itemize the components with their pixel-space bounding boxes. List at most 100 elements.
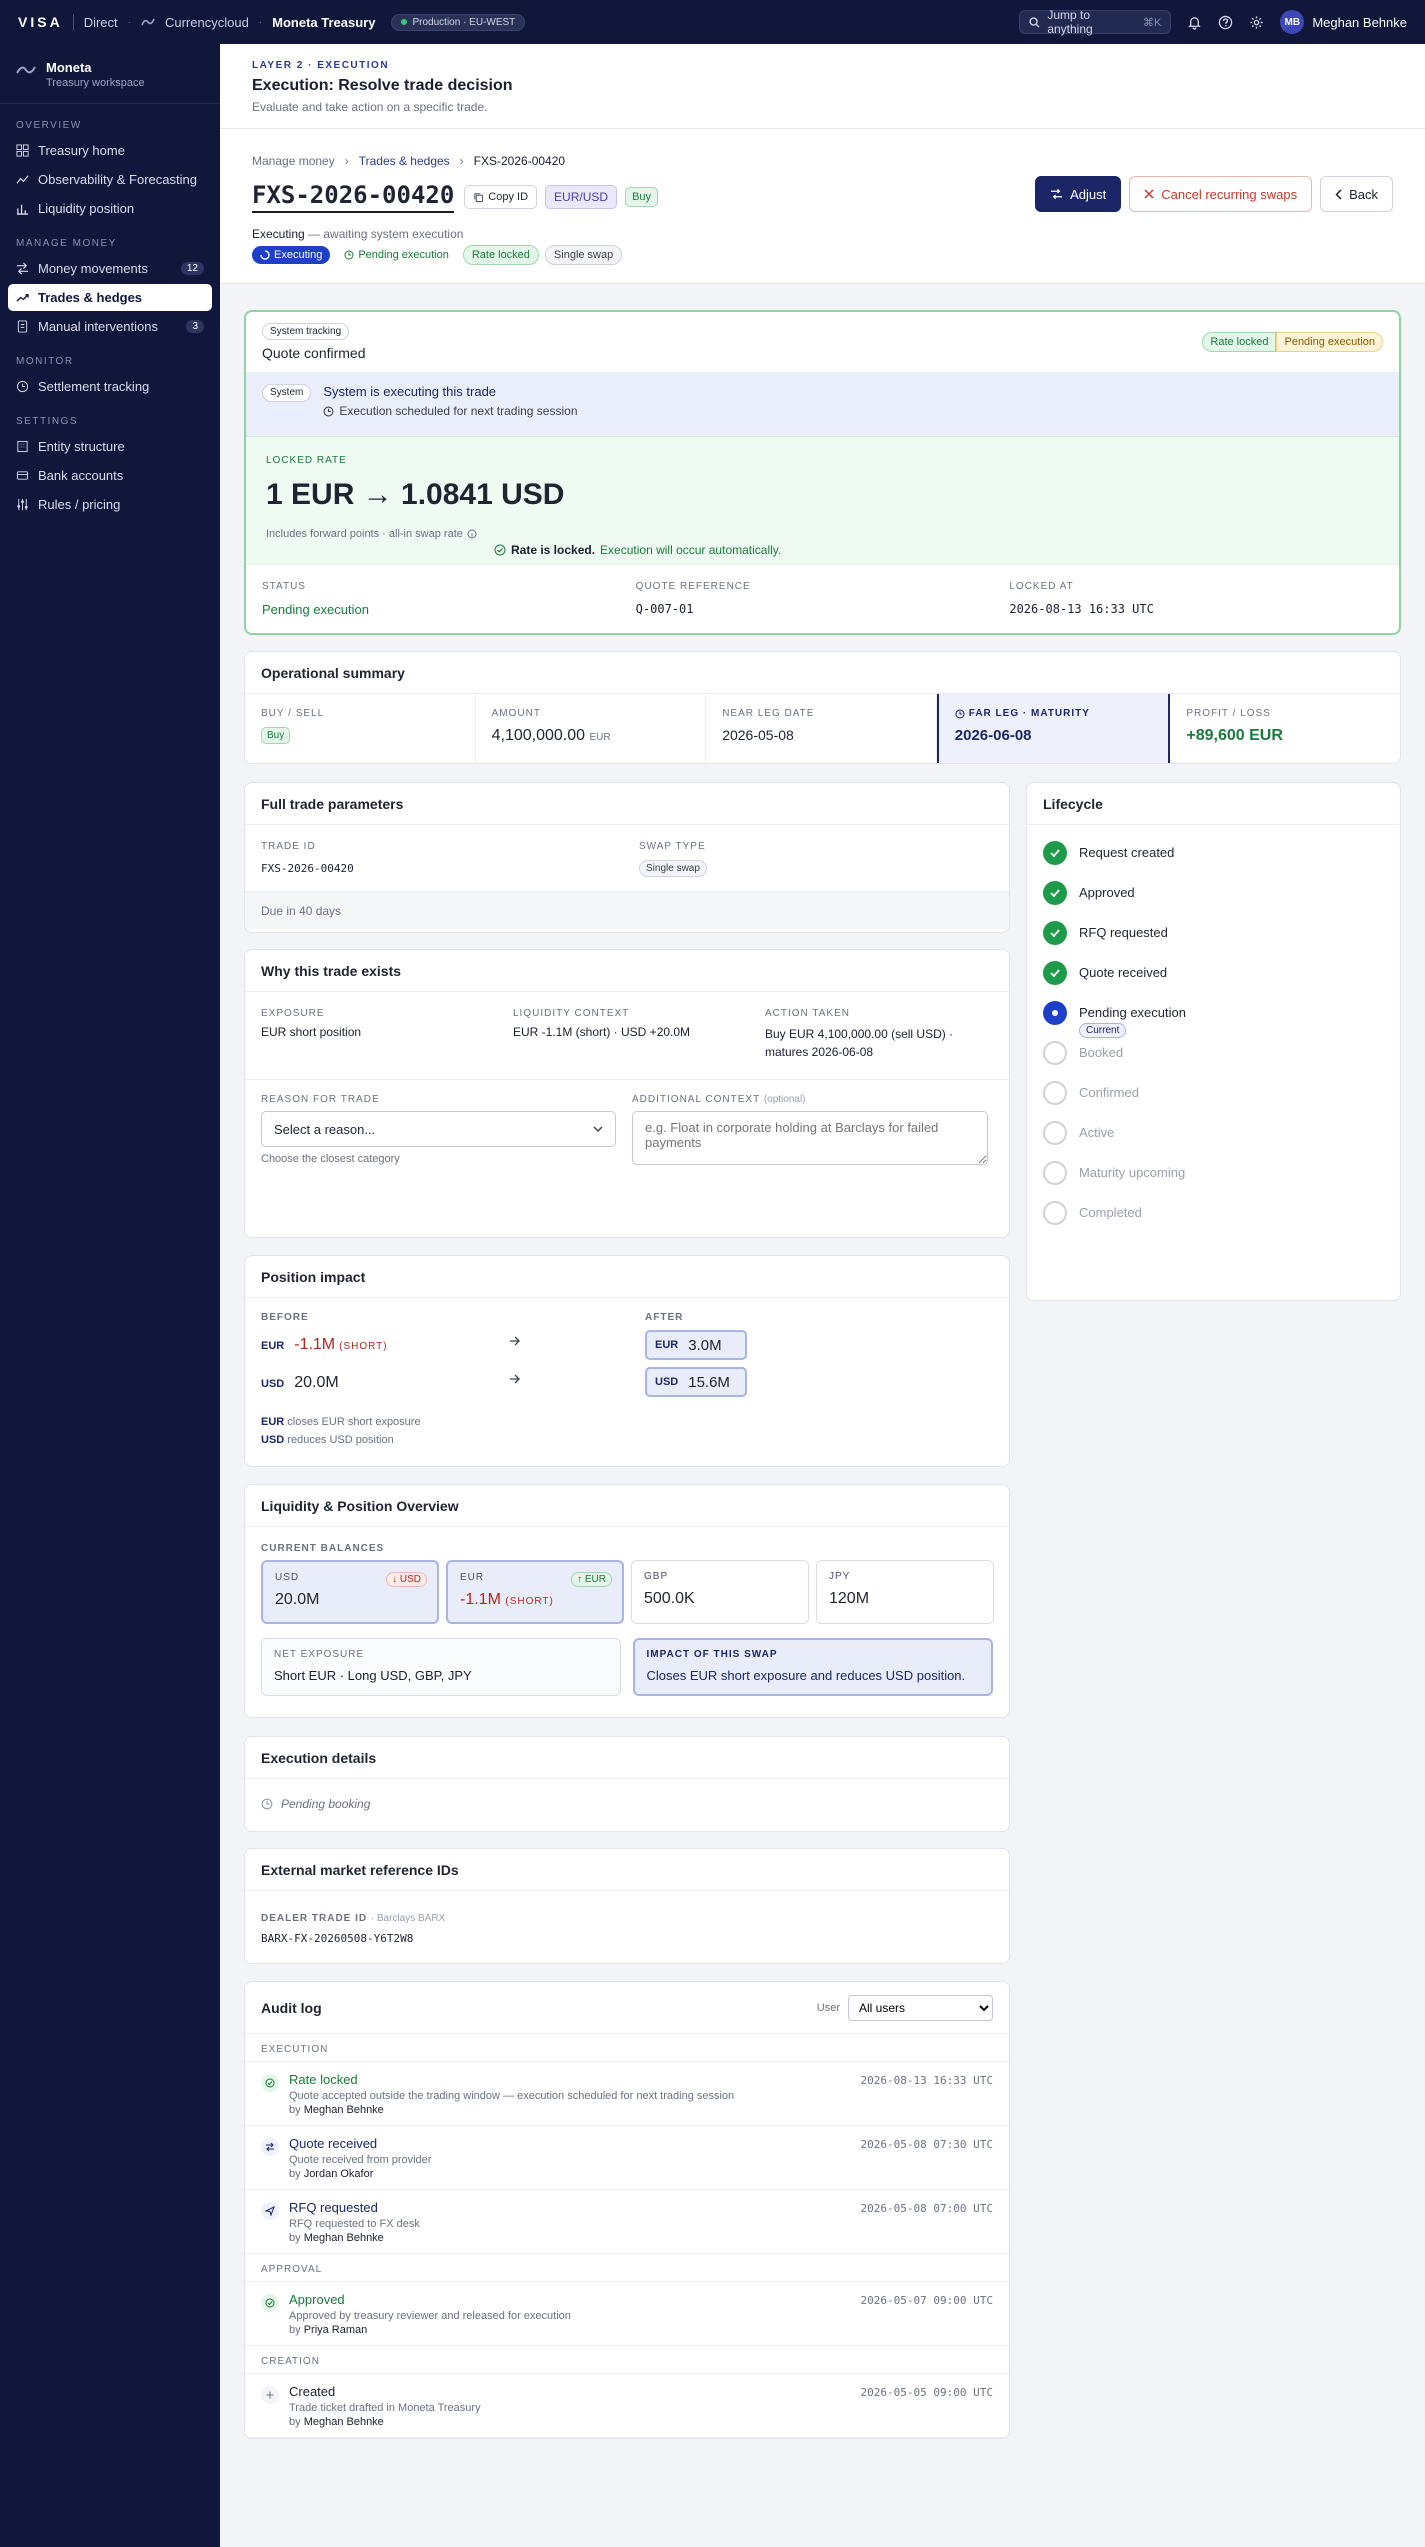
by-label: by bbox=[289, 2168, 301, 2180]
clock-icon bbox=[16, 380, 29, 393]
audit-entry-title: Approved bbox=[289, 2292, 345, 2307]
context-textarea[interactable] bbox=[632, 1111, 989, 1165]
balance-amount: 500.0K bbox=[644, 1590, 695, 1607]
shortcut-hint: ⌘K bbox=[1142, 16, 1162, 29]
sidebar-item-settlement-tracking[interactable]: Settlement tracking bbox=[8, 373, 212, 400]
pnl-cell: PROFIT / LOSS +89,600 EUR bbox=[1170, 694, 1400, 763]
grid-icon bbox=[16, 144, 29, 157]
sidebar-section-title: MONITOR bbox=[16, 356, 74, 367]
page-subtitle: Evaluate and take action on a specific t… bbox=[252, 100, 488, 114]
breadcrumb: Manage money › Trades & hedges › FXS-202… bbox=[252, 154, 565, 168]
audit-entry-user: by Meghan Behnke bbox=[289, 2416, 481, 2428]
sidebar-item-liquidity-position[interactable]: Liquidity position bbox=[8, 195, 212, 222]
by-label: by bbox=[289, 2324, 301, 2336]
gear-icon[interactable] bbox=[1249, 15, 1264, 30]
cancel-swaps-button[interactable]: Cancel recurring swaps bbox=[1129, 176, 1313, 212]
check-circle-icon bbox=[494, 544, 506, 556]
workspace-name: Moneta bbox=[46, 60, 92, 75]
audit-entry: RFQ requested RFQ requested to FX desk by … bbox=[245, 2190, 1009, 2254]
eur-before-value: -1.1M bbox=[294, 1336, 336, 1353]
direct-link[interactable]: Direct bbox=[84, 15, 118, 30]
action-taken-label: ACTION TAKEN bbox=[765, 1008, 850, 1019]
chip-rate-locked: Rate locked bbox=[462, 245, 539, 265]
sidebar-item-label: Liquidity position bbox=[38, 201, 135, 216]
audit-entry: Quote received Quote received from provid… bbox=[245, 2126, 1009, 2190]
jump-search[interactable]: Jump to anything ⌘K bbox=[1019, 8, 1172, 36]
bell-icon[interactable] bbox=[1187, 15, 1202, 30]
reason-select[interactable]: Select a reason... bbox=[261, 1111, 617, 1147]
sidebar-item-observability-forecasting[interactable]: Observability & Forecasting bbox=[8, 166, 212, 193]
lifecycle-step: Pending execution Current bbox=[1027, 1001, 1400, 1041]
check-circle-icon bbox=[261, 2074, 279, 2092]
breadcrumb-trades[interactable]: Trades & hedges bbox=[359, 154, 450, 168]
back-button[interactable]: Back bbox=[1320, 176, 1393, 212]
balance-badge: ↓ USD bbox=[386, 1572, 427, 1587]
user-name[interactable]: Meghan Behnke bbox=[1312, 15, 1407, 30]
far-leg-label: FAR LEG · MATURITY bbox=[968, 708, 1090, 719]
sidebar-item-trades-hedges[interactable]: Trades & hedges bbox=[8, 284, 212, 311]
lifecycle-step-label: Confirmed bbox=[1079, 1085, 1139, 1100]
sidebar-item-bank-accounts[interactable]: Bank accounts bbox=[8, 462, 212, 489]
sidebar-item-manual-interventions[interactable]: Manual interventions 3 bbox=[8, 313, 212, 340]
status-chips: Executing Pending execution Rate locked … bbox=[252, 245, 623, 265]
by-label: by bbox=[289, 2232, 301, 2244]
audit-header: Audit log User All users bbox=[245, 1982, 1009, 2034]
adjust-button[interactable]: Adjust bbox=[1035, 176, 1122, 212]
position-impact-card: Position impact BEFORE AFTER EUR -1.1M (SH… bbox=[244, 1255, 1010, 1467]
reason-hint: Choose the closest category bbox=[261, 1153, 400, 1165]
eur-code: EUR bbox=[261, 1416, 285, 1428]
quote-status: STATUS Pending execution bbox=[262, 581, 636, 617]
avatar[interactable]: MB bbox=[1280, 10, 1305, 34]
usd-code: USD bbox=[655, 1376, 679, 1388]
impact-notes: EUR closes EUR short exposure USD reduce… bbox=[261, 1414, 421, 1449]
audit-user-name: Meghan Behnke bbox=[303, 2104, 384, 2116]
help-icon[interactable] bbox=[1218, 15, 1233, 30]
balance-gbp[interactable]: GBP 500.0K bbox=[631, 1560, 809, 1624]
card-title: External market reference IDs bbox=[245, 1849, 1009, 1891]
balance-usd[interactable]: USD 20.0M ↓ USD bbox=[261, 1560, 439, 1624]
sidebar-item-money-movements[interactable]: Money movements 12 bbox=[8, 255, 212, 282]
back-label: Back bbox=[1349, 186, 1378, 202]
usd-after: USD 15.6M bbox=[645, 1367, 747, 1397]
audit-entry-time: 2026-05-07 09:00 UTC bbox=[860, 2294, 993, 2307]
card-title: Audit log bbox=[261, 1999, 322, 2016]
audit-entry-title: Created bbox=[289, 2384, 336, 2399]
external-ids-card: External market reference IDs DEALER TRA… bbox=[244, 1848, 1010, 1964]
currency-pair-badge: EUR/USD bbox=[545, 185, 618, 209]
sidebar-item-entity-structure[interactable]: Entity structure bbox=[8, 433, 212, 460]
liquidity-context-value: EUR -1.1M (short) · USD +20.0M bbox=[513, 1025, 691, 1039]
lifecycle-step-label: Completed bbox=[1079, 1205, 1142, 1220]
layer-label: LAYER 2 · EXECUTION bbox=[252, 60, 390, 71]
main-content: LAYER 2 · EXECUTION Execution: Resolve t… bbox=[220, 44, 1425, 2547]
audit-entry-user: by Jordan Okafor bbox=[289, 2168, 431, 2180]
copy-icon bbox=[473, 192, 484, 203]
audit-entry-user: by Meghan Behnke bbox=[289, 2104, 734, 2116]
audit-entry-description: Trade ticket drafted in Moneta Treasury bbox=[289, 2402, 481, 2414]
sidebar-item-rules-pricing[interactable]: Rules / pricing bbox=[8, 491, 212, 518]
environment-label: Production · EU-WEST bbox=[412, 16, 516, 28]
user-filter-select[interactable]: All users bbox=[848, 1994, 993, 2021]
org-link[interactable]: Currencycloud bbox=[165, 15, 249, 30]
breadcrumb-manage-money[interactable]: Manage money bbox=[252, 154, 335, 168]
action-taken-value: Buy EUR 4,100,000.00 (sell USD) · mature… bbox=[765, 1027, 954, 1059]
info-icon[interactable] bbox=[467, 529, 477, 539]
card-title: Execution details bbox=[245, 1737, 1009, 1779]
balance-eur[interactable]: EUR -1.1M (SHORT) ↑ EUR bbox=[446, 1560, 624, 1624]
clock-icon bbox=[344, 250, 354, 260]
balance-jpy[interactable]: JPY 120M bbox=[816, 1560, 994, 1624]
workspace-switcher[interactable]: Moneta Treasury workspace bbox=[0, 44, 220, 104]
balance-currency: GBP bbox=[644, 1571, 669, 1582]
amount-currency: EUR bbox=[589, 732, 611, 743]
sidebar-item-label: Entity structure bbox=[38, 439, 125, 454]
trade-parameters-card: Full trade parameters TRADE ID FXS-2026-0… bbox=[244, 782, 1010, 933]
close-icon bbox=[1144, 189, 1154, 199]
lifecycle-step: Request created bbox=[1027, 841, 1400, 881]
chip-executing: Executing bbox=[252, 246, 331, 264]
app-name[interactable]: Moneta Treasury bbox=[272, 15, 375, 30]
trade-id-label: TRADE ID bbox=[261, 841, 316, 852]
copy-id-button[interactable]: Copy ID bbox=[464, 185, 538, 209]
sidebar-item-treasury-home[interactable]: Treasury home bbox=[8, 137, 212, 164]
balance-amount: 20.0M bbox=[275, 1591, 320, 1608]
audit-entry-time: 2026-05-08 07:00 UTC bbox=[860, 2202, 993, 2215]
dealer-id-label: DEALER TRADE ID bbox=[261, 1913, 368, 1924]
